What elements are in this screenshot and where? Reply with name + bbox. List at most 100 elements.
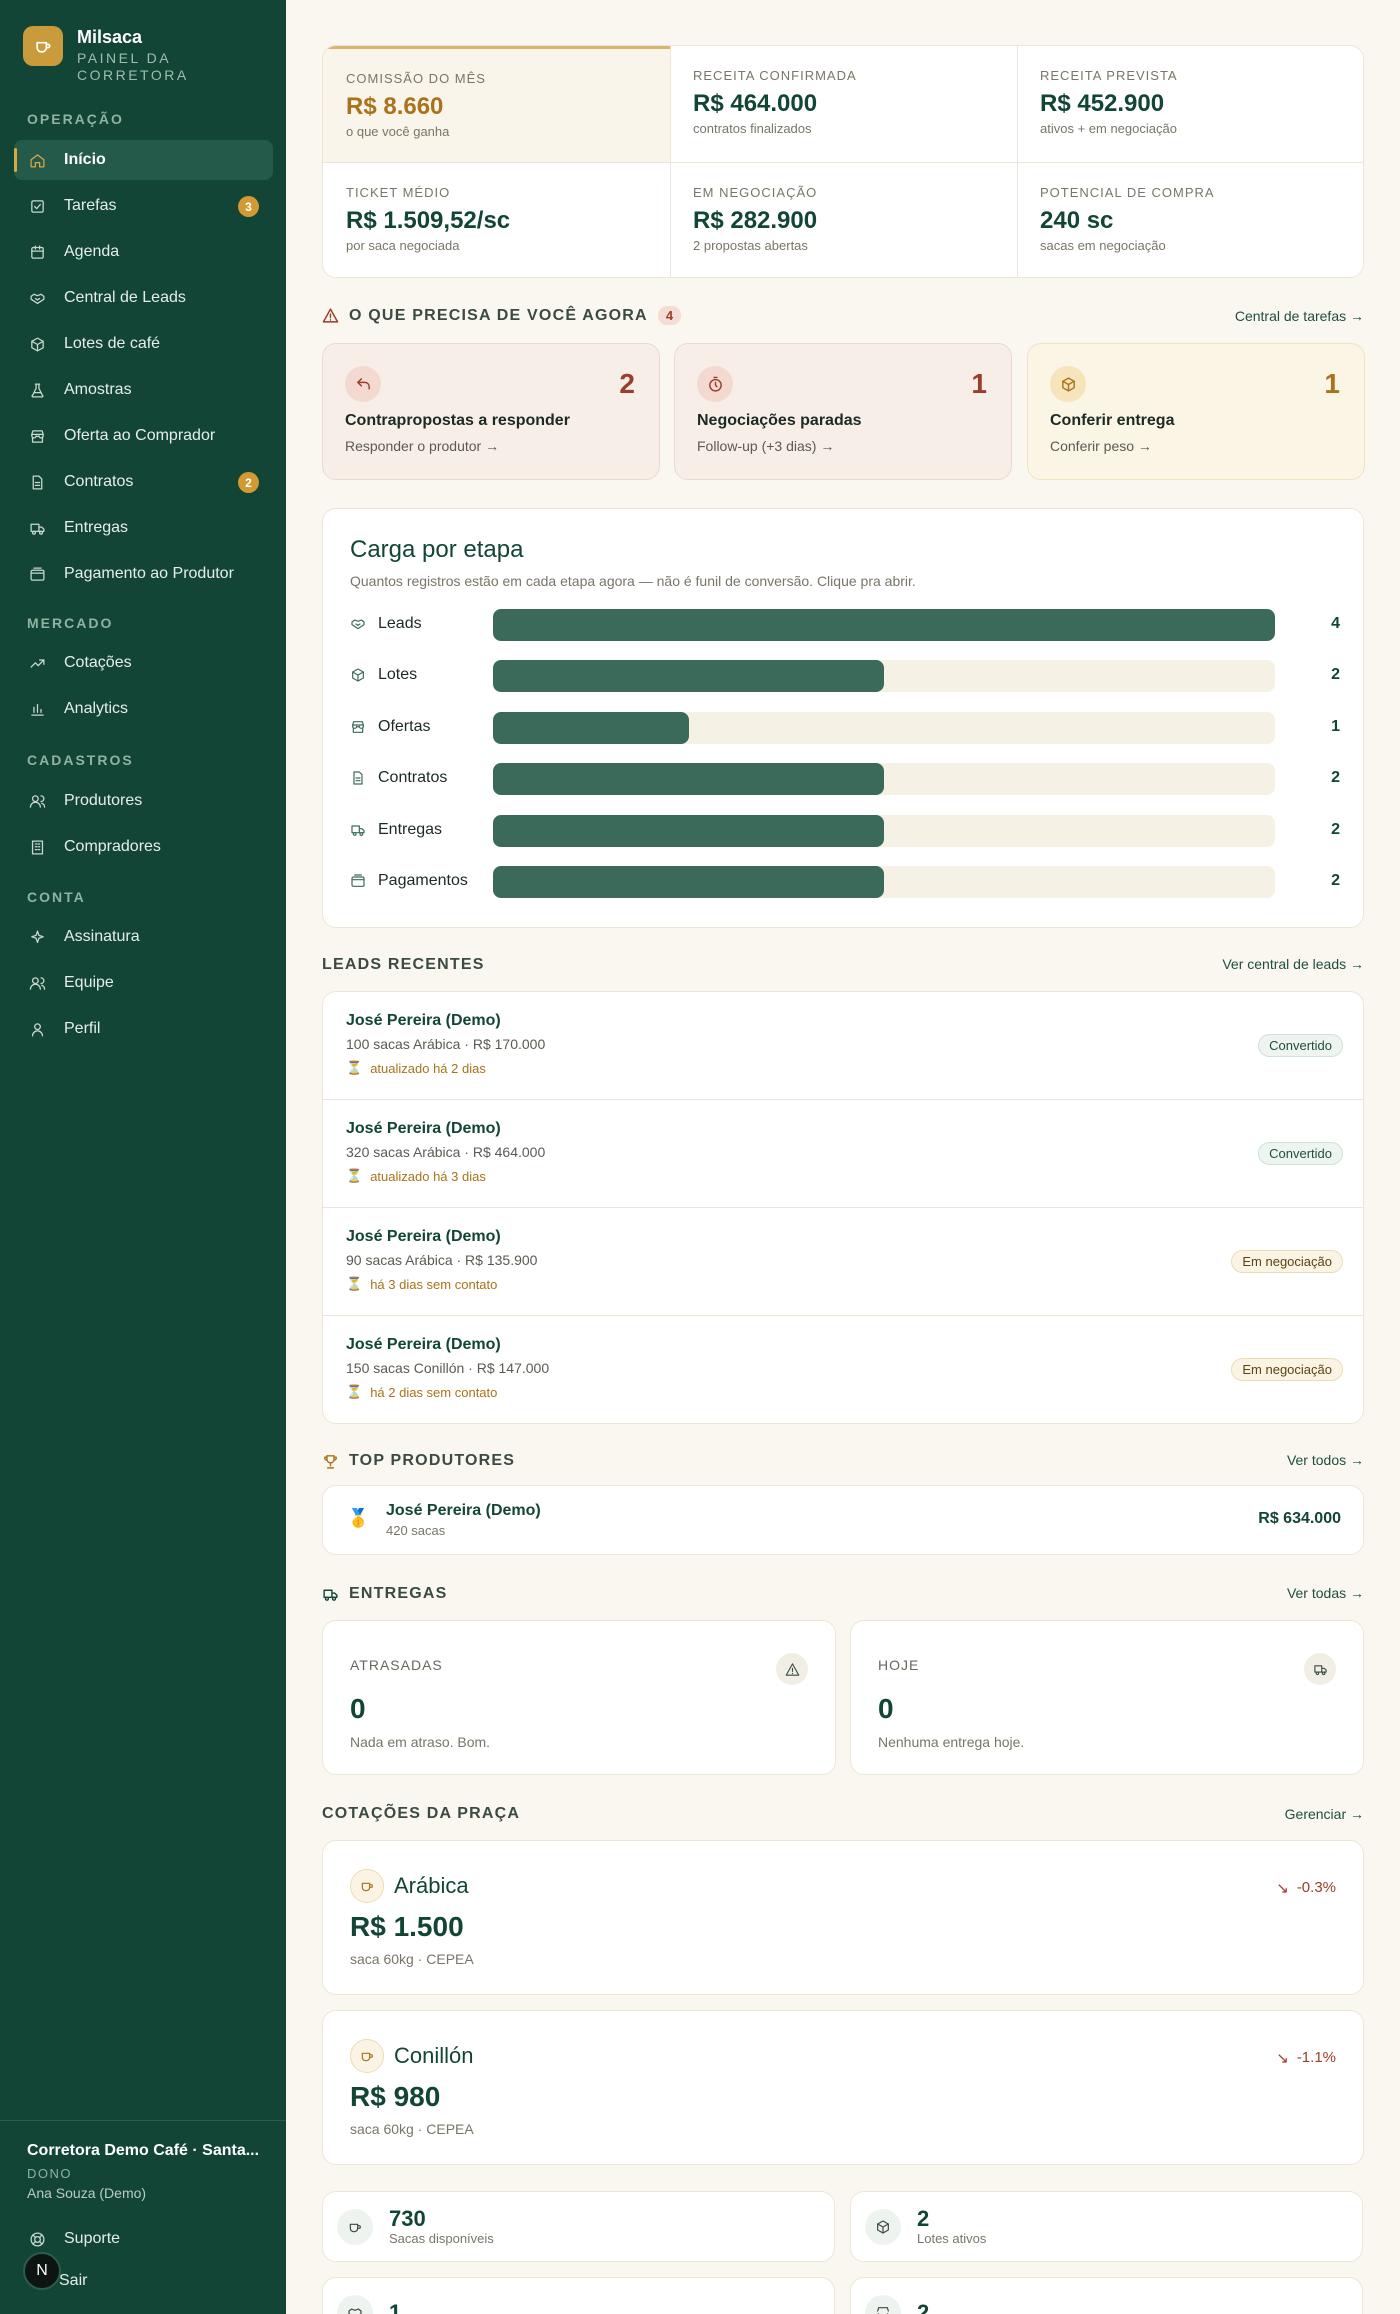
stage-bar-track: [493, 660, 1275, 693]
card-label: ATRASADAS: [350, 1657, 443, 1673]
sidebar-item-label: Amostras: [64, 381, 132, 398]
section-title: COTAÇÕES DA PRAÇA: [322, 1805, 521, 1822]
list-item[interactable]: José Pereira (Demo) 320 sacas Arábica · …: [323, 1100, 1363, 1208]
timer-icon: [697, 366, 733, 402]
list-item[interactable]: José Pereira (Demo) 100 sacas Arábica · …: [323, 992, 1363, 1100]
kpi-commission: COMISSÃO DO MÊS R$ 8.660 o que você ganh…: [323, 46, 670, 162]
stat-available-bags[interactable]: 730 Sacas disponíveis: [322, 2191, 835, 2262]
stat-active-lots[interactable]: 2 Lotes ativos: [850, 2191, 1363, 2262]
sidebar-item-perfil[interactable]: Perfil: [14, 1009, 273, 1049]
lead-meta-text: atualizado há 2 dias: [370, 1060, 486, 1076]
today-deliveries-card[interactable]: HOJE 0 Nenhuma entrega hoje.: [850, 1620, 1364, 1775]
urgent-card-stalled[interactable]: 1 Negociações paradas Follow-up (+3 dias…: [674, 343, 1012, 480]
lead-meta-text: há 3 dias sem contato: [370, 1276, 498, 1292]
user-role: DONO: [27, 2166, 72, 2181]
kpi-value: R$ 282.900: [693, 207, 818, 234]
org-name: Corretora Demo Café · Santa...: [27, 2142, 260, 2159]
sidebar-item-equipe[interactable]: Equipe: [14, 963, 273, 1003]
deliveries-see-all-link[interactable]: Ver todas →: [1287, 1585, 1364, 1601]
sidebar-item-oferta-ao-comprador[interactable]: Oferta ao Comprador: [14, 416, 273, 456]
sidebar-item-contratos[interactable]: Contratos 2: [14, 462, 273, 502]
medal-icon: 🥇: [347, 1508, 370, 1528]
brand[interactable]: Milsaca PAINEL DA CORRETORA: [23, 26, 189, 84]
list-item[interactable]: José Pereira (Demo) 150 sacas Conillón ·…: [323, 1316, 1363, 1423]
quote-card-arabica[interactable]: Arábica ↘ -0.3% R$ 1.500 saca 60kg · CEPE…: [322, 1840, 1364, 1995]
producers-see-all-link[interactable]: Ver todos →: [1287, 1452, 1364, 1468]
urgent-card-counterproposals[interactable]: 2 Contrapropostas a responder Responder …: [322, 343, 660, 480]
kpi-label: TICKET MÉDIO: [346, 185, 451, 200]
truck-icon: [1304, 1653, 1336, 1685]
box-icon: [352, 668, 364, 682]
sidebar-item-assinatura[interactable]: Assinatura: [14, 917, 273, 957]
lifebuoy-icon: [27, 2229, 47, 2249]
tarefas-count-badge: 3: [238, 196, 259, 217]
stage-count: 2: [1331, 666, 1340, 684]
quote-name: Conillón: [394, 2043, 474, 2068]
kpi-label: EM NEGOCIAÇÃO: [693, 185, 818, 200]
avatar[interactable]: N: [23, 2252, 61, 2290]
stat-card[interactable]: 2: [850, 2277, 1363, 2314]
box-icon: [865, 2208, 901, 2245]
stage-load-subtitle: Quantos registros estão em cada etapa ag…: [350, 573, 916, 589]
sidebar-item-pagamento-ao-produtor[interactable]: Pagamento ao Produtor: [14, 554, 273, 594]
stage-name: Lotes: [378, 666, 418, 684]
sidebar-item-tarefas[interactable]: Tarefas 3: [14, 186, 273, 226]
leads-center-link[interactable]: Ver central de leads →: [1222, 956, 1364, 972]
hourglass-icon: ⏳: [346, 1384, 363, 1399]
kpi-value: R$ 8.660: [346, 93, 444, 120]
sidebar-item-label: Central de Leads: [64, 289, 186, 306]
stage-bar-track: [493, 814, 1275, 847]
support-link[interactable]: Suporte: [14, 2219, 273, 2259]
sidebar-item-agenda[interactable]: Agenda: [14, 232, 273, 272]
reply-icon: [345, 366, 381, 402]
stage-row[interactable]: Ofertas 1: [350, 711, 1340, 744]
stage-name: Entregas: [378, 820, 443, 838]
sidebar-item-entregas[interactable]: Entregas: [14, 508, 273, 548]
stage-row[interactable]: Contratos 2: [350, 763, 1340, 796]
sidebar-item-label: Equipe: [64, 974, 114, 991]
urgent-card-delivery-check[interactable]: 1 Conferir entrega Conferir peso →: [1027, 343, 1365, 480]
stage-label: Leads: [350, 615, 422, 633]
kpi-label: RECEITA CONFIRMADA: [693, 68, 857, 83]
hourglass-icon: ⏳: [346, 1060, 363, 1075]
sidebar-item-label: Entregas: [64, 519, 129, 536]
stage-name: Pagamentos: [378, 872, 468, 889]
sidebar-item-cotacoes[interactable]: Cotações: [14, 643, 273, 683]
late-deliveries-card[interactable]: ATRASADAS 0 Nada em atraso. Bom.: [322, 1620, 836, 1775]
stage-row[interactable]: Entregas 2: [350, 814, 1340, 847]
stage-bar: [493, 711, 689, 744]
sidebar-item-compradores[interactable]: Compradores: [14, 827, 273, 867]
sidebar-item-inicio[interactable]: Início: [14, 140, 273, 180]
quote-name: Arábica: [394, 1873, 469, 1898]
stat-value: 2: [917, 2299, 930, 2314]
hourglass-icon: ⏳: [346, 1276, 363, 1291]
task-center-link[interactable]: Central de tarefas →: [1235, 308, 1364, 324]
urgent-card-action: Follow-up (+3 dias) →: [697, 438, 835, 454]
quote-card-conillon[interactable]: Conillón ↘ -1.1% R$ 980 saca 60kg · CEPEA: [322, 2010, 1364, 2165]
list-item[interactable]: José Pereira (Demo) 90 sacas Arábica · R…: [323, 1208, 1363, 1316]
sidebar-footer-divider: [0, 2120, 286, 2121]
sidebar-item-label: Início: [64, 151, 106, 168]
stage-row[interactable]: Leads 4: [350, 609, 1340, 641]
stage-row[interactable]: Lotes 2: [350, 660, 1340, 693]
stage-row[interactable]: Pagamentos 2: [350, 866, 1340, 898]
trophy-icon: [324, 1454, 337, 1469]
support-label: Suporte: [64, 2230, 121, 2247]
store-icon: [352, 720, 364, 733]
users-icon: [27, 791, 47, 811]
kpi-label: RECEITA PREVISTA: [1040, 68, 1178, 83]
sidebar-item-lotes[interactable]: Lotes de café: [14, 324, 273, 364]
sidebar-item-produtores[interactable]: Produtores: [14, 781, 273, 821]
sidebar-item-central-de-leads[interactable]: Central de Leads: [14, 278, 273, 318]
top-producer-row[interactable]: 🥇 José Pereira (Demo) 420 sacas R$ 634.0…: [322, 1485, 1364, 1555]
sidebar-item-analytics[interactable]: Analytics: [14, 689, 273, 729]
stage-name: Ofertas: [378, 717, 431, 735]
section-title: O QUE PRECISA DE VOCÊ AGORA: [349, 306, 648, 324]
stage-count: 2: [1331, 872, 1340, 889]
package-icon: [1050, 366, 1086, 402]
quotes-manage-link[interactable]: Gerenciar →: [1285, 1806, 1364, 1822]
kpi-confirmed-revenue: RECEITA CONFIRMADA R$ 464.000 contratos …: [670, 46, 1017, 162]
stat-card[interactable]: 1: [322, 2277, 835, 2314]
sidebar-item-amostras[interactable]: Amostras: [14, 370, 273, 410]
recent-leads-list: José Pereira (Demo) 100 sacas Arábica · …: [322, 991, 1364, 1424]
